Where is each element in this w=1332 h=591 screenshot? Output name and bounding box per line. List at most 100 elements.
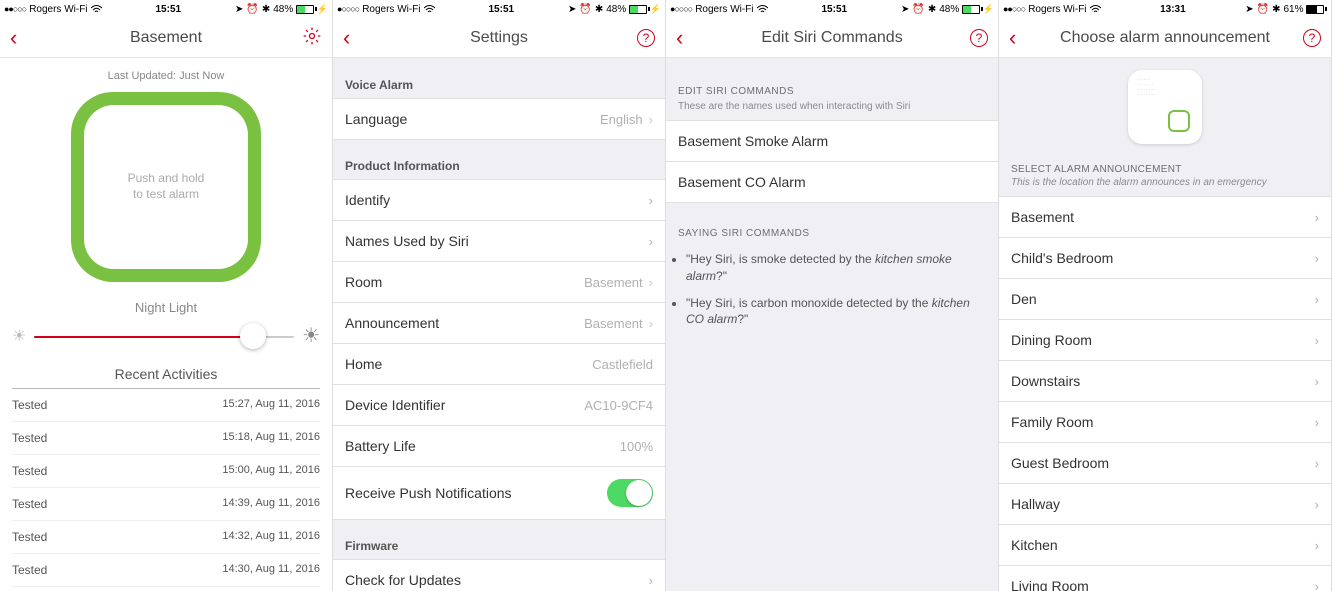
section-product-info: Product Information — [333, 139, 665, 179]
room-cell[interactable]: Hallway › — [999, 483, 1331, 525]
cell-value: 100% — [620, 439, 653, 454]
chevron-right-icon: › — [1315, 415, 1319, 430]
home-cell: Home Castlefield — [333, 343, 665, 385]
activity-row: Tested14:32, Aug 11, 2016 — [12, 521, 320, 554]
bluetooth-icon: ✱ — [595, 4, 603, 15]
cell-label: Basement CO Alarm — [678, 174, 806, 190]
wifi-icon — [1090, 5, 1101, 14]
signal-dots-icon: ●○○○○ — [670, 4, 692, 14]
gear-icon — [302, 26, 322, 46]
announcement-cell[interactable]: AnnouncementBasement› — [333, 302, 665, 344]
chevron-right-icon: › — [1315, 251, 1319, 266]
room-cell[interactable]: Kitchen› — [999, 524, 1331, 566]
chevron-right-icon: › — [649, 573, 653, 588]
activity-row: Tested15:27, Aug 11, 2016 — [12, 389, 320, 422]
activity-time: 14:39, Aug 11, 2016 — [222, 497, 320, 511]
signal-dots-icon: ●○○○○ — [337, 4, 359, 14]
activity-label: Tested — [12, 398, 47, 412]
room-cell[interactable]: Den› — [999, 278, 1331, 320]
nav-bar: ‹ Settings ? — [333, 18, 665, 58]
edit-siri-heading: EDIT SIRI COMMANDS — [666, 58, 998, 101]
back-button[interactable]: ‹ — [676, 25, 683, 51]
siri-command-cell[interactable]: Basement Smoke Alarm — [666, 120, 998, 162]
help-button[interactable]: ? — [637, 29, 655, 47]
cell-label: Hallway — [1011, 496, 1060, 512]
cell-label: Check for Updates — [345, 572, 461, 588]
brightness-low-icon: ☀ — [12, 326, 26, 346]
clock-label: 13:31 — [1160, 4, 1186, 15]
check-updates-cell[interactable]: Check for Updates › — [333, 559, 665, 591]
alarm-icon: ⏰ — [912, 4, 924, 15]
cell-label: Battery Life — [345, 438, 416, 454]
activity-time: 15:00, Aug 11, 2016 — [222, 464, 320, 478]
nav-bar: ‹ Edit Siri Commands ? — [666, 18, 998, 58]
cell-label: Downstairs — [1011, 373, 1080, 389]
language-cell[interactable]: Language English› — [333, 98, 665, 140]
location-icon: ➤ — [1245, 4, 1253, 15]
carrier-label: Rogers Wi-Fi — [695, 4, 753, 15]
cell-label: Basement Smoke Alarm — [678, 133, 828, 149]
cell-value: Basement — [584, 316, 643, 331]
chevron-right-icon: › — [1315, 374, 1319, 389]
back-button[interactable]: ‹ — [343, 25, 350, 51]
signal-dots-icon: ●●○○○ — [1003, 4, 1025, 14]
alarm-icon: ⏰ — [246, 4, 258, 15]
room-cell[interactable]: Child's Bedroom › — [999, 237, 1331, 279]
cell-label: Basement — [1011, 209, 1074, 225]
page-title: Settings — [333, 29, 665, 47]
siri-names-cell[interactable]: Names Used by Siri› — [333, 220, 665, 262]
cell-label: Child's Bedroom — [1011, 250, 1113, 266]
identify-cell[interactable]: Identify› — [333, 179, 665, 221]
nav-bar: ‹ Choose alarm announcement ? — [999, 18, 1331, 58]
chevron-right-icon: › — [649, 275, 653, 290]
room-cell[interactable]: RoomBasement› — [333, 261, 665, 303]
section-voice-alarm: Voice Alarm — [333, 58, 665, 98]
cell-label: Den — [1011, 291, 1037, 307]
back-button[interactable]: ‹ — [1009, 25, 1016, 51]
clock-label: 15:51 — [488, 4, 514, 15]
night-light-label: Night Light — [135, 300, 197, 315]
activity-label: Tested — [12, 530, 47, 544]
help-button[interactable]: ? — [1303, 29, 1321, 47]
recent-activities-heading: Recent Activities — [115, 366, 218, 382]
test-alarm-button[interactable]: Push and hold to test alarm — [71, 92, 261, 282]
battery-icon: ⚡ — [629, 4, 661, 15]
cell-label: Dining Room — [1011, 332, 1092, 348]
clock-label: 15:51 — [821, 4, 847, 15]
battery-pct: 48% — [273, 4, 293, 15]
alarm-icon: ⏰ — [579, 4, 591, 15]
wifi-icon — [91, 5, 102, 14]
clock-label: 15:51 — [155, 4, 181, 15]
siri-commands-screen: ●○○○○Rogers Wi-Fi 15:51 ➤⏰✱48%⚡ ‹ Edit S… — [666, 0, 999, 591]
cell-label: Home — [345, 356, 382, 372]
chevron-right-icon: › — [1315, 333, 1319, 348]
siri-command-cell[interactable]: Basement CO Alarm — [666, 161, 998, 203]
room-cell[interactable]: Basement› — [999, 196, 1331, 238]
settings-button[interactable] — [302, 26, 322, 49]
room-cell[interactable]: Downstairs › — [999, 360, 1331, 402]
room-cell[interactable]: Living Room› — [999, 565, 1331, 591]
wifi-icon — [757, 5, 768, 14]
back-button[interactable]: ‹ — [10, 25, 17, 51]
chevron-right-icon: › — [649, 193, 653, 208]
device-screen: ●●○○○ Rogers Wi-Fi 15:51 ➤ ⏰ ✱ 48% ⚡ ‹ B… — [0, 0, 333, 591]
carrier-label: Rogers Wi-Fi — [362, 4, 420, 15]
room-cell[interactable]: Guest Bedroom› — [999, 442, 1331, 484]
settings-screen: ●○○○○Rogers Wi-Fi 15:51 ➤⏰✱48%⚡ ‹ Settin… — [333, 0, 666, 591]
room-cell[interactable]: Family Room› — [999, 401, 1331, 443]
battery-pct: 48% — [606, 4, 626, 15]
activity-time: 15:18, Aug 11, 2016 — [222, 431, 320, 445]
activity-row: Tested15:18, Aug 11, 2016 — [12, 422, 320, 455]
help-button[interactable]: ? — [970, 29, 988, 47]
room-cell[interactable]: Dining Room › — [999, 319, 1331, 361]
night-light-slider[interactable] — [34, 324, 294, 348]
push-notif-switch[interactable] — [607, 479, 653, 507]
chevron-right-icon: › — [1315, 497, 1319, 512]
cell-label: Device Identifier — [345, 397, 445, 413]
cell-value: Castlefield — [592, 357, 653, 372]
cell-label: Living Room — [1011, 578, 1089, 591]
bluetooth-icon: ✱ — [1272, 4, 1280, 15]
status-bar: ●●○○○Rogers Wi-Fi 13:31 ➤⏰✱61% — [999, 0, 1331, 18]
battery-life-cell: Battery Life 100% — [333, 425, 665, 467]
activity-row: Tested14:39, Aug 11, 2016 — [12, 488, 320, 521]
